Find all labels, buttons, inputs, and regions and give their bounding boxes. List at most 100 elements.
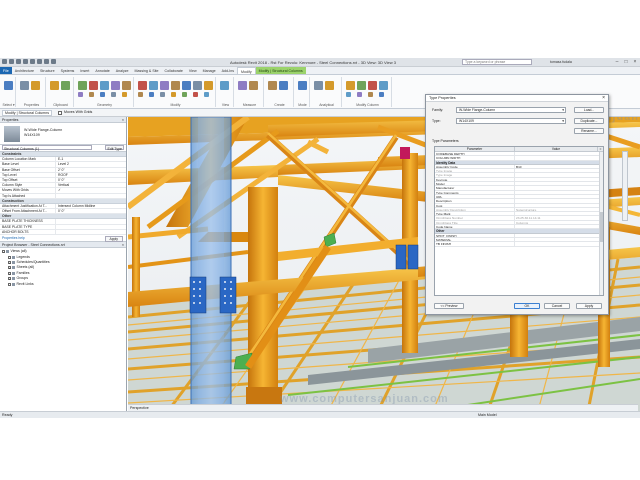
app-menu-icon[interactable] — [2, 59, 7, 64]
ribbon-tool-icon[interactable] — [111, 92, 116, 97]
ribbon-tool-icon[interactable] — [193, 92, 198, 97]
property-value[interactable] — [56, 194, 126, 198]
ribbon-tool-icon[interactable] — [4, 81, 13, 90]
property-value[interactable] — [56, 219, 126, 223]
user-signin[interactable]: tomasz.fudala — [550, 60, 572, 64]
property-value[interactable]: E-1 — [56, 157, 126, 161]
edit-type-button[interactable]: Edit Type — [105, 145, 124, 151]
tab-annotate[interactable]: Annotate — [92, 67, 112, 74]
search-input[interactable]: Type a keyword or phrase — [462, 59, 532, 65]
property-value[interactable]: Vertical — [56, 183, 126, 187]
navigation-bar[interactable] — [622, 151, 628, 221]
ribbon-tool-icon[interactable] — [238, 81, 247, 90]
preview-button[interactable]: << Preview — [434, 303, 464, 309]
ribbon-tool-icon[interactable] — [89, 92, 94, 97]
tab-collaborate[interactable]: Collaborate — [162, 67, 186, 74]
ribbon-tool-icon[interactable] — [100, 81, 109, 90]
property-value[interactable]: 0' 0" — [56, 178, 126, 182]
apply-button[interactable]: Apply — [104, 235, 123, 242]
expand-toggle-icon[interactable]: + — [8, 277, 11, 281]
ribbon-tool-icon[interactable] — [182, 81, 191, 90]
save-icon[interactable] — [16, 59, 21, 64]
ribbon-tool-icon[interactable] — [89, 81, 98, 90]
expand-toggle-icon[interactable]: – — [2, 250, 5, 254]
ribbon-tool-icon[interactable] — [182, 92, 187, 97]
load-button[interactable]: Load... — [574, 107, 604, 113]
redo-icon[interactable] — [30, 59, 35, 64]
parameter-value[interactable]: B10 — [516, 165, 522, 168]
ribbon-tool-icon[interactable] — [325, 81, 334, 90]
tab-insert[interactable]: Insert — [77, 67, 92, 74]
browser-item[interactable]: Revit Links — [2, 281, 124, 286]
tab-modify-structural-columns[interactable]: Modify | Structural Columns — [255, 67, 306, 74]
duplicate-button[interactable]: Duplicate... — [574, 118, 604, 124]
ribbon-tool-icon[interactable] — [368, 92, 373, 97]
parameter-value[interactable]: Columns — [516, 221, 528, 224]
family-select[interactable]: W-Wide Flange-Column ▾ — [456, 107, 566, 113]
ribbon-tool-icon[interactable] — [122, 81, 131, 90]
close-button[interactable]: × — [632, 59, 638, 65]
properties-help-link[interactable]: Properties help — [2, 236, 25, 240]
ribbon-tool-icon[interactable] — [220, 81, 229, 90]
moves-with-grids-checkbox[interactable] — [58, 110, 62, 115]
ribbon-tool-icon[interactable] — [379, 92, 384, 97]
ribbon-tool-icon[interactable] — [149, 81, 158, 90]
parameter-value[interactable]: 23.25.30.11.14.11 — [516, 216, 541, 219]
tab-massing-site[interactable]: Massing & Site — [132, 67, 162, 74]
undo-icon[interactable] — [23, 59, 28, 64]
tab-analyze[interactable]: Analyze — [113, 67, 132, 74]
ribbon-tool-icon[interactable] — [160, 81, 169, 90]
expand-toggle-icon[interactable]: + — [8, 266, 11, 270]
ribbon-tool-icon[interactable] — [138, 92, 143, 97]
ribbon-tool-icon[interactable] — [111, 81, 120, 90]
property-value[interactable] — [56, 225, 126, 229]
ok-button[interactable]: OK — [514, 303, 540, 309]
view-style-label[interactable]: Perspective — [130, 406, 149, 410]
type-selector[interactable]: W-Wide Flange-Column W14X109 — [0, 123, 126, 145]
ribbon-tool-icon[interactable] — [346, 92, 351, 97]
tab-structure[interactable]: Structure — [37, 67, 58, 74]
ribbon-tool-icon[interactable] — [279, 81, 288, 90]
ribbon-tool-icon[interactable] — [61, 81, 70, 90]
cancel-button[interactable]: Cancel — [544, 303, 570, 309]
ribbon-tool-icon[interactable] — [171, 81, 180, 90]
ribbon-tool-icon[interactable] — [100, 92, 105, 97]
ribbon-tool-icon[interactable] — [50, 81, 59, 90]
expand-toggle-icon[interactable] — [8, 282, 11, 286]
expand-toggle-icon[interactable]: + — [8, 260, 11, 264]
parameter-value[interactable]: Superstructure — [516, 208, 536, 211]
ribbon-tool-icon[interactable] — [346, 81, 355, 90]
rename-button[interactable]: Rename... — [574, 128, 604, 134]
ribbon-tool-icon[interactable] — [368, 81, 377, 90]
ribbon-tool-icon[interactable] — [298, 81, 307, 90]
tab-systems[interactable]: Systems — [58, 67, 78, 74]
parameter-row[interactable]: TB FINISH — [435, 242, 603, 247]
ribbon-tool-icon[interactable] — [314, 81, 323, 90]
ribbon-tool-icon[interactable] — [149, 92, 154, 97]
ribbon-tool-icon[interactable] — [138, 81, 147, 90]
model-selector[interactable]: Main Model — [478, 412, 497, 418]
ribbon-tool-icon[interactable] — [357, 92, 362, 97]
open-icon[interactable] — [9, 59, 14, 64]
tab-manage[interactable]: Manage — [200, 67, 219, 74]
maximize-button[interactable]: □ — [623, 59, 629, 65]
3d-view-icon[interactable] — [51, 59, 56, 64]
ribbon-tool-icon[interactable] — [122, 92, 127, 97]
instance-filter-select[interactable]: Structural Columns (1) — [2, 145, 92, 151]
measure-icon[interactable] — [44, 59, 49, 64]
ribbon-tool-icon[interactable] — [249, 81, 258, 90]
property-value[interactable]: 2' 0" — [56, 168, 126, 172]
tab-add-ins[interactable]: Add-Ins — [219, 67, 237, 74]
ribbon-tool-icon[interactable] — [193, 81, 202, 90]
ribbon-tool-icon[interactable] — [20, 81, 29, 90]
tab-architecture[interactable]: Architecture — [12, 67, 37, 74]
print-icon[interactable] — [37, 59, 42, 64]
property-value[interactable]: Level 2 — [56, 162, 126, 166]
ribbon-tool-icon[interactable] — [31, 81, 40, 90]
grid-scrollbar[interactable] — [599, 152, 603, 295]
ribbon-tool-icon[interactable] — [204, 81, 213, 90]
tab-file[interactable]: File — [0, 67, 12, 74]
property-value[interactable]: Intersect Column Midline — [56, 204, 126, 208]
close-icon[interactable]: × — [122, 242, 124, 248]
property-value[interactable] — [56, 230, 126, 234]
